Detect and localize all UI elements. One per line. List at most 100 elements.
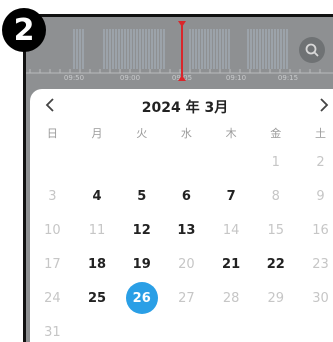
timeline-svg: 09:5009:0009:0509:1009:15 [26, 21, 333, 82]
day-number: 17 [44, 256, 61, 272]
step-number-badge: 2 [2, 8, 46, 52]
day-cell[interactable]: 27 [164, 281, 209, 315]
day-number [170, 316, 202, 342]
day-number [215, 146, 247, 178]
day-number: 29 [267, 290, 285, 306]
day-number: 26 [125, 282, 158, 314]
week-row: 10 11 12 13 14 15 16 [30, 213, 333, 247]
day-cell[interactable]: 8 [253, 179, 298, 213]
day-cell[interactable]: 14 [209, 213, 254, 247]
day-cell[interactable]: 28 [209, 281, 254, 315]
day-number: 13 [177, 222, 196, 238]
day-number: 5 [137, 188, 147, 204]
day-number: 28 [222, 290, 240, 306]
day-number: 19 [132, 256, 151, 272]
recording-bars [73, 29, 288, 69]
date-picker-calendar: 2024 年 3月 日月火水木金土 1 2 3 4 5 6 7 8 9 10 11 12 13 14 15 1… [30, 89, 333, 342]
weekday-label: 木 [225, 127, 237, 140]
day-number [81, 146, 113, 178]
day-number: 9 [316, 188, 325, 204]
day-cell[interactable]: 13 [164, 213, 209, 247]
next-month-button[interactable] [312, 93, 333, 117]
day-cell[interactable]: 31 [30, 315, 75, 342]
day-number: 4 [92, 188, 102, 204]
time-tick-label: 09:00 [120, 74, 140, 82]
day-number [126, 316, 158, 342]
weekday-label: 水 [180, 127, 192, 140]
day-number: 12 [132, 222, 151, 238]
chevron-right-icon [320, 98, 329, 112]
zoom-button[interactable] [299, 37, 325, 63]
day-number [126, 146, 158, 178]
month-title: 2024 年 3月 [141, 100, 229, 116]
day-cell[interactable]: 22 [253, 247, 298, 281]
empty-cell [298, 315, 333, 342]
day-number: 22 [266, 256, 285, 272]
weekday-label: 金 [270, 127, 282, 140]
day-cell[interactable]: 18 [75, 247, 120, 281]
day-cell[interactable]: 3 [30, 179, 75, 213]
day-number [260, 316, 292, 342]
tick-marks [29, 69, 321, 73]
day-cell[interactable]: 7 [209, 179, 254, 213]
weekday-label: 月 [91, 127, 103, 140]
day-cell[interactable]: 12 [119, 213, 164, 247]
day-number: 20 [178, 256, 195, 272]
week-row: 31 [30, 315, 333, 342]
day-cell-selected[interactable]: 26 [119, 281, 164, 315]
day-cell[interactable]: 20 [164, 247, 209, 281]
day-cell[interactable]: 29 [253, 281, 298, 315]
day-cell[interactable]: 10 [30, 213, 75, 247]
day-cell[interactable]: 4 [75, 179, 120, 213]
week-row: 17 18 19 20 21 22 23 [30, 247, 333, 281]
time-tick-label: 09:50 [64, 74, 84, 82]
time-tick-label: 09:15 [278, 74, 298, 82]
day-number: 11 [88, 222, 106, 238]
day-number [215, 316, 247, 342]
day-number: 1 [271, 154, 280, 170]
day-number [81, 316, 113, 342]
day-cell[interactable]: 25 [75, 281, 120, 315]
empty-cell [164, 145, 209, 179]
day-cell[interactable]: 11 [75, 213, 120, 247]
day-number: 27 [178, 290, 195, 306]
weekday-label: 日 [46, 127, 58, 140]
day-number: 14 [222, 222, 240, 238]
day-number: 24 [44, 290, 61, 306]
day-cell[interactable]: 1 [253, 145, 298, 179]
day-cell[interactable]: 24 [30, 281, 75, 315]
empty-cell [119, 315, 164, 342]
empty-cell [209, 315, 254, 342]
recording-timeline[interactable]: 09:5009:0009:0509:1009:15 [26, 17, 333, 85]
time-tick-label: 09:10 [226, 74, 246, 82]
empty-cell [209, 145, 254, 179]
day-number: 2 [316, 154, 325, 170]
week-row: 24 25 26 27 28 29 30 [30, 281, 333, 315]
day-cell[interactable]: 5 [119, 179, 164, 213]
weekday-label: 火 [136, 127, 148, 140]
day-cell[interactable]: 17 [30, 247, 75, 281]
day-cell[interactable]: 23 [298, 247, 333, 281]
day-number: 10 [44, 222, 61, 238]
playhead-marker[interactable] [178, 21, 186, 81]
day-number: 7 [226, 188, 236, 204]
day-cell[interactable]: 2 [298, 145, 333, 179]
day-cell[interactable]: 30 [298, 281, 333, 315]
day-cell[interactable]: 16 [298, 213, 333, 247]
day-number [36, 146, 68, 178]
day-cell[interactable]: 19 [119, 247, 164, 281]
day-number: 6 [181, 188, 191, 204]
day-cell[interactable]: 6 [164, 179, 209, 213]
day-number: 16 [312, 222, 329, 238]
empty-cell [119, 145, 164, 179]
day-number: 3 [48, 188, 57, 204]
empty-cell [75, 315, 120, 342]
empty-cell [30, 145, 75, 179]
day-number: 30 [312, 290, 329, 306]
empty-cell [164, 315, 209, 342]
phone-screen: 09:5009:0009:0509:1009:15 2024 年 3月 [23, 14, 333, 342]
day-cell[interactable]: 21 [209, 247, 254, 281]
day-cell[interactable]: 9 [298, 179, 333, 213]
empty-cell [75, 145, 120, 179]
day-cell[interactable]: 15 [253, 213, 298, 247]
